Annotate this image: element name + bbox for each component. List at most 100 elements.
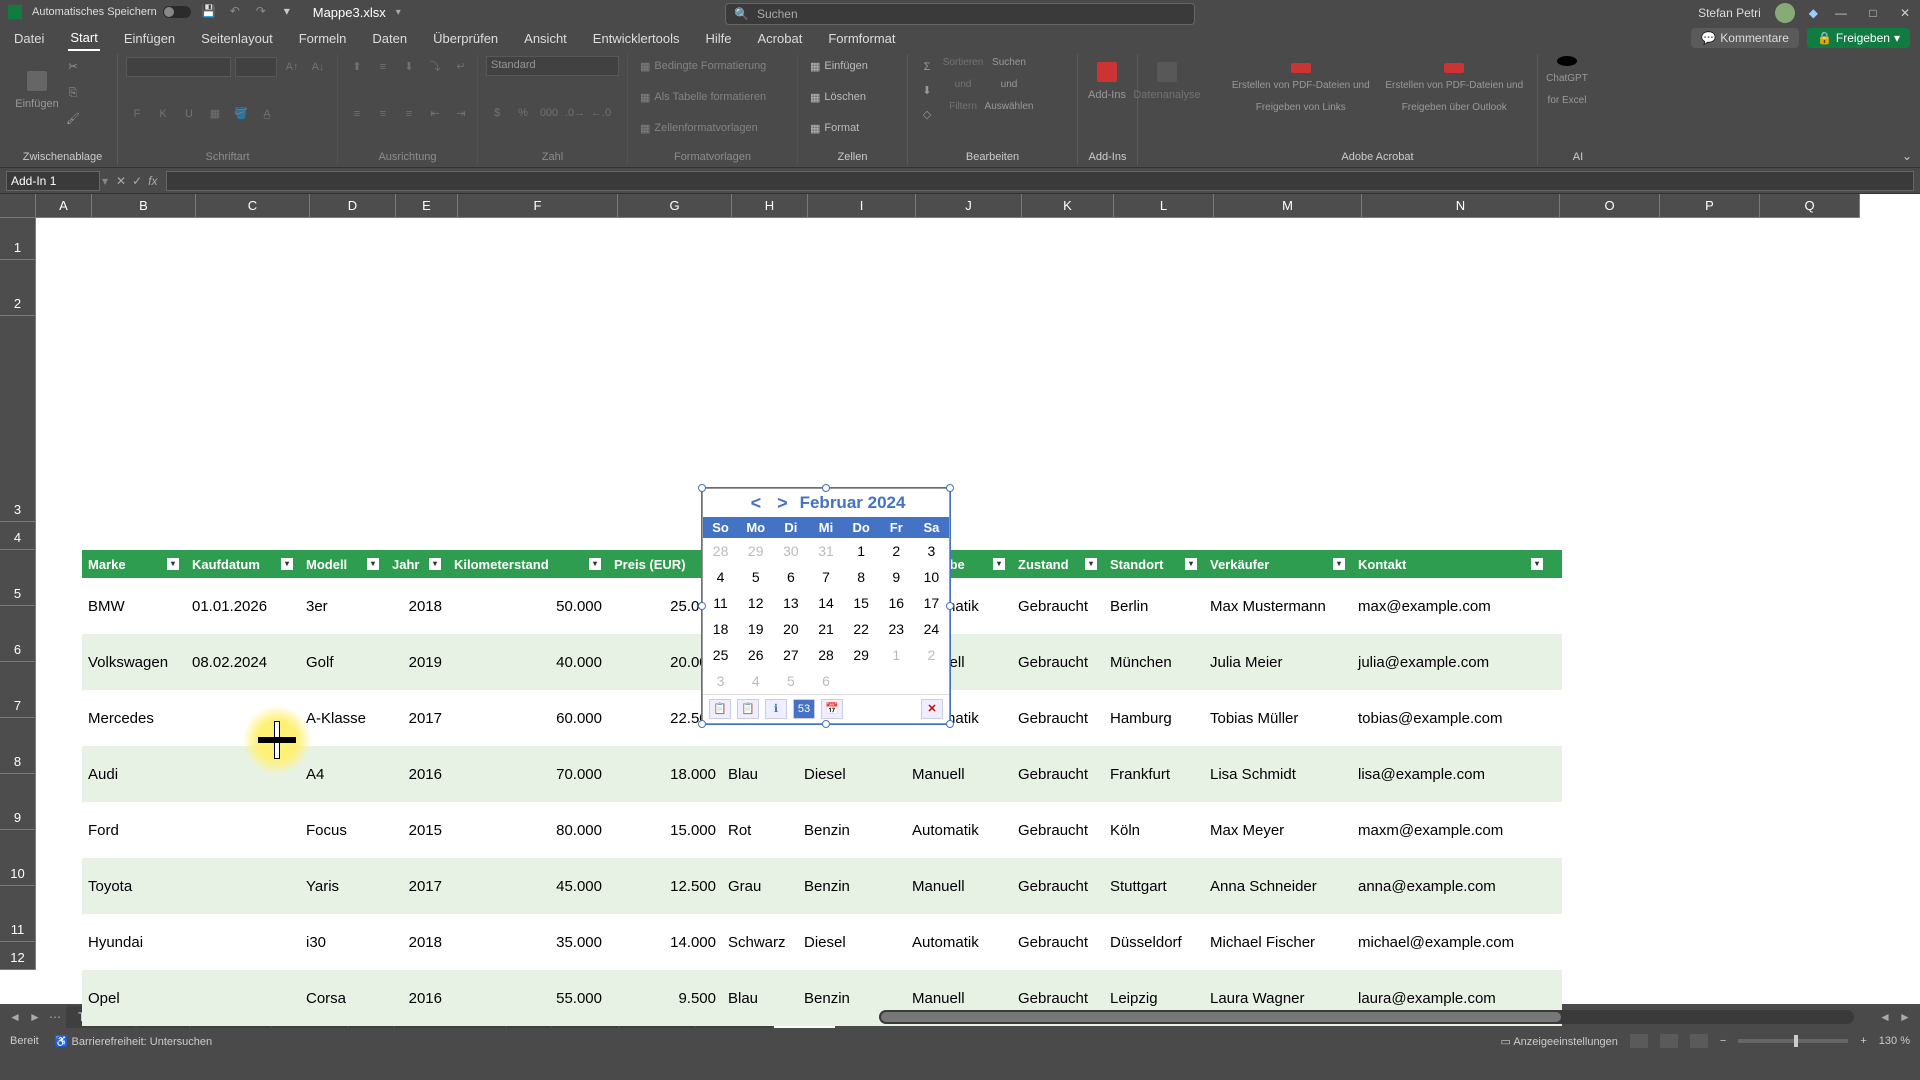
zoom-out-icon[interactable]: −: [1720, 1035, 1726, 1047]
calendar-day[interactable]: 9: [879, 564, 914, 590]
row-header[interactable]: 8: [0, 718, 36, 774]
table-cell[interactable]: [186, 914, 300, 970]
sheet-nav-menu-icon[interactable]: ⋯: [46, 1010, 64, 1024]
row-header[interactable]: 11: [0, 886, 36, 942]
wrap-text-icon[interactable]: ↵: [450, 56, 472, 78]
date-picker-popup[interactable]: < > Februar 2024 SoMoDiMiDoFrSa 28293031…: [702, 488, 950, 724]
ribbon-tab-datei[interactable]: Datei: [12, 27, 46, 50]
table-cell[interactable]: [186, 690, 300, 746]
column-headers[interactable]: ABCDEFGHIJKLMNOPQ: [36, 194, 1860, 218]
percent-icon[interactable]: %: [512, 102, 534, 124]
calendar-day[interactable]: 11: [703, 590, 738, 616]
table-cell[interactable]: BMW: [82, 578, 186, 634]
calendar-day[interactable]: 15: [844, 590, 879, 616]
table-cell[interactable]: 2019: [386, 634, 448, 690]
display-settings-button[interactable]: ▭ Anzeigeeinstellungen: [1500, 1035, 1617, 1048]
table-cell[interactable]: Rot: [722, 802, 798, 858]
table-cell[interactable]: Tobias Müller: [1204, 690, 1352, 746]
calendar-day[interactable]: 24: [914, 616, 949, 642]
align-center-icon[interactable]: ≡: [372, 103, 394, 125]
decrease-indent-icon[interactable]: ⇤: [424, 103, 446, 125]
table-cell[interactable]: Corsa: [300, 970, 386, 1026]
table-cell[interactable]: 01.01.2026: [186, 578, 300, 634]
table-cell[interactable]: Stuttgart: [1104, 858, 1204, 914]
format-cells-button[interactable]: ▦ Format: [806, 118, 899, 138]
table-cell[interactable]: Schwarz: [722, 914, 798, 970]
table-cell[interactable]: 12.500: [608, 858, 722, 914]
table-cell[interactable]: 40.000: [448, 634, 608, 690]
filter-dropdown-icon[interactable]: ▾: [367, 558, 379, 570]
calendar-day[interactable]: 3: [703, 668, 738, 694]
filter-dropdown-icon[interactable]: ▾: [1085, 558, 1097, 570]
comments-button[interactable]: 💬 Kommentare: [1691, 28, 1799, 48]
resize-handle[interactable]: [698, 484, 706, 492]
row-header[interactable]: 10: [0, 830, 36, 886]
table-cell[interactable]: Anna Schneider: [1204, 858, 1352, 914]
sheet-nav-next-icon[interactable]: ►: [26, 1010, 44, 1024]
namebox-dropdown-icon[interactable]: ▾: [102, 174, 108, 188]
accessibility-status[interactable]: ♿ Barrierefreiheit: Untersuchen: [55, 1035, 212, 1048]
decrease-font-icon[interactable]: A↓: [307, 56, 329, 78]
calendar-day[interactable]: 8: [844, 564, 879, 590]
table-cell[interactable]: 70.000: [448, 746, 608, 802]
calendar-day[interactable]: 29: [844, 642, 879, 668]
resize-handle[interactable]: [822, 720, 830, 728]
calendar-day[interactable]: 4: [703, 564, 738, 590]
underline-button[interactable]: U: [178, 103, 200, 125]
table-cell[interactable]: Automatik: [906, 802, 1012, 858]
delete-cells-button[interactable]: ▦ Löschen: [806, 87, 899, 107]
calendar-day[interactable]: 7: [808, 564, 843, 590]
calendar-day[interactable]: 21: [808, 616, 843, 642]
table-cell[interactable]: lisa@example.com: [1352, 746, 1550, 802]
bold-button[interactable]: F: [126, 103, 148, 125]
file-name[interactable]: Mappe3.xlsx: [313, 5, 386, 20]
table-cell[interactable]: max@example.com: [1352, 578, 1550, 634]
row-header[interactable]: 9: [0, 774, 36, 830]
scroll-right-icon[interactable]: ►: [1896, 1010, 1914, 1024]
table-cell[interactable]: Yaris: [300, 858, 386, 914]
calendar-day[interactable]: 1: [879, 642, 914, 668]
filter-dropdown-icon[interactable]: ▾: [167, 558, 179, 570]
ribbon-tab-überprüfen[interactable]: Überprüfen: [431, 27, 500, 50]
calendar-day[interactable]: 3: [914, 538, 949, 564]
row-header[interactable]: 6: [0, 606, 36, 662]
table-header-cell[interactable]: Standort▾: [1104, 550, 1204, 578]
table-cell[interactable]: i30: [300, 914, 386, 970]
ribbon-tab-daten[interactable]: Daten: [370, 27, 409, 50]
currency-icon[interactable]: $: [486, 102, 508, 124]
resize-handle[interactable]: [946, 484, 954, 492]
cal-today-icon[interactable]: 📅: [821, 699, 843, 719]
table-cell[interactable]: 35.000: [448, 914, 608, 970]
calendar-day[interactable]: 30: [773, 538, 808, 564]
table-cell[interactable]: Diesel: [798, 746, 906, 802]
calendar-day[interactable]: 20: [773, 616, 808, 642]
font-family-dropdown[interactable]: [126, 57, 231, 77]
calendar-day[interactable]: 26: [738, 642, 773, 668]
table-cell[interactable]: Gebraucht: [1012, 746, 1104, 802]
column-header[interactable]: O: [1560, 194, 1660, 218]
column-header[interactable]: M: [1214, 194, 1362, 218]
table-cell[interactable]: [186, 970, 300, 1026]
table-cell[interactable]: Frankfurt: [1104, 746, 1204, 802]
ribbon-tab-ansicht[interactable]: Ansicht: [522, 27, 569, 50]
calendar-day[interactable]: 1: [844, 538, 879, 564]
table-cell[interactable]: [186, 858, 300, 914]
save-icon[interactable]: 💾: [201, 4, 217, 20]
insert-cells-button[interactable]: ▦ Einfügen: [806, 56, 899, 76]
ribbon-tab-formeln[interactable]: Formeln: [297, 27, 349, 50]
calendar-day[interactable]: 12: [738, 590, 773, 616]
table-cell[interactable]: 08.02.2024: [186, 634, 300, 690]
cancel-formula-icon[interactable]: ✕: [116, 174, 126, 188]
select-all-cell[interactable]: [0, 194, 36, 218]
font-color-icon[interactable]: A̲: [256, 103, 278, 125]
column-header[interactable]: G: [618, 194, 732, 218]
calendar-day[interactable]: 27: [773, 642, 808, 668]
table-cell[interactable]: michael@example.com: [1352, 914, 1550, 970]
worksheet-area[interactable]: ABCDEFGHIJKLMNOPQ 123456789101112 Marke▾…: [0, 194, 1920, 1004]
table-cell[interactable]: 45.000: [448, 858, 608, 914]
calendar-day[interactable]: 17: [914, 590, 949, 616]
table-row[interactable]: FordFocus201580.00015.000RotBenzinAutoma…: [82, 802, 1562, 858]
table-cell[interactable]: Gebraucht: [1012, 690, 1104, 746]
close-button[interactable]: ✕: [1896, 6, 1914, 20]
scroll-left-icon[interactable]: ◄: [1876, 1010, 1894, 1024]
